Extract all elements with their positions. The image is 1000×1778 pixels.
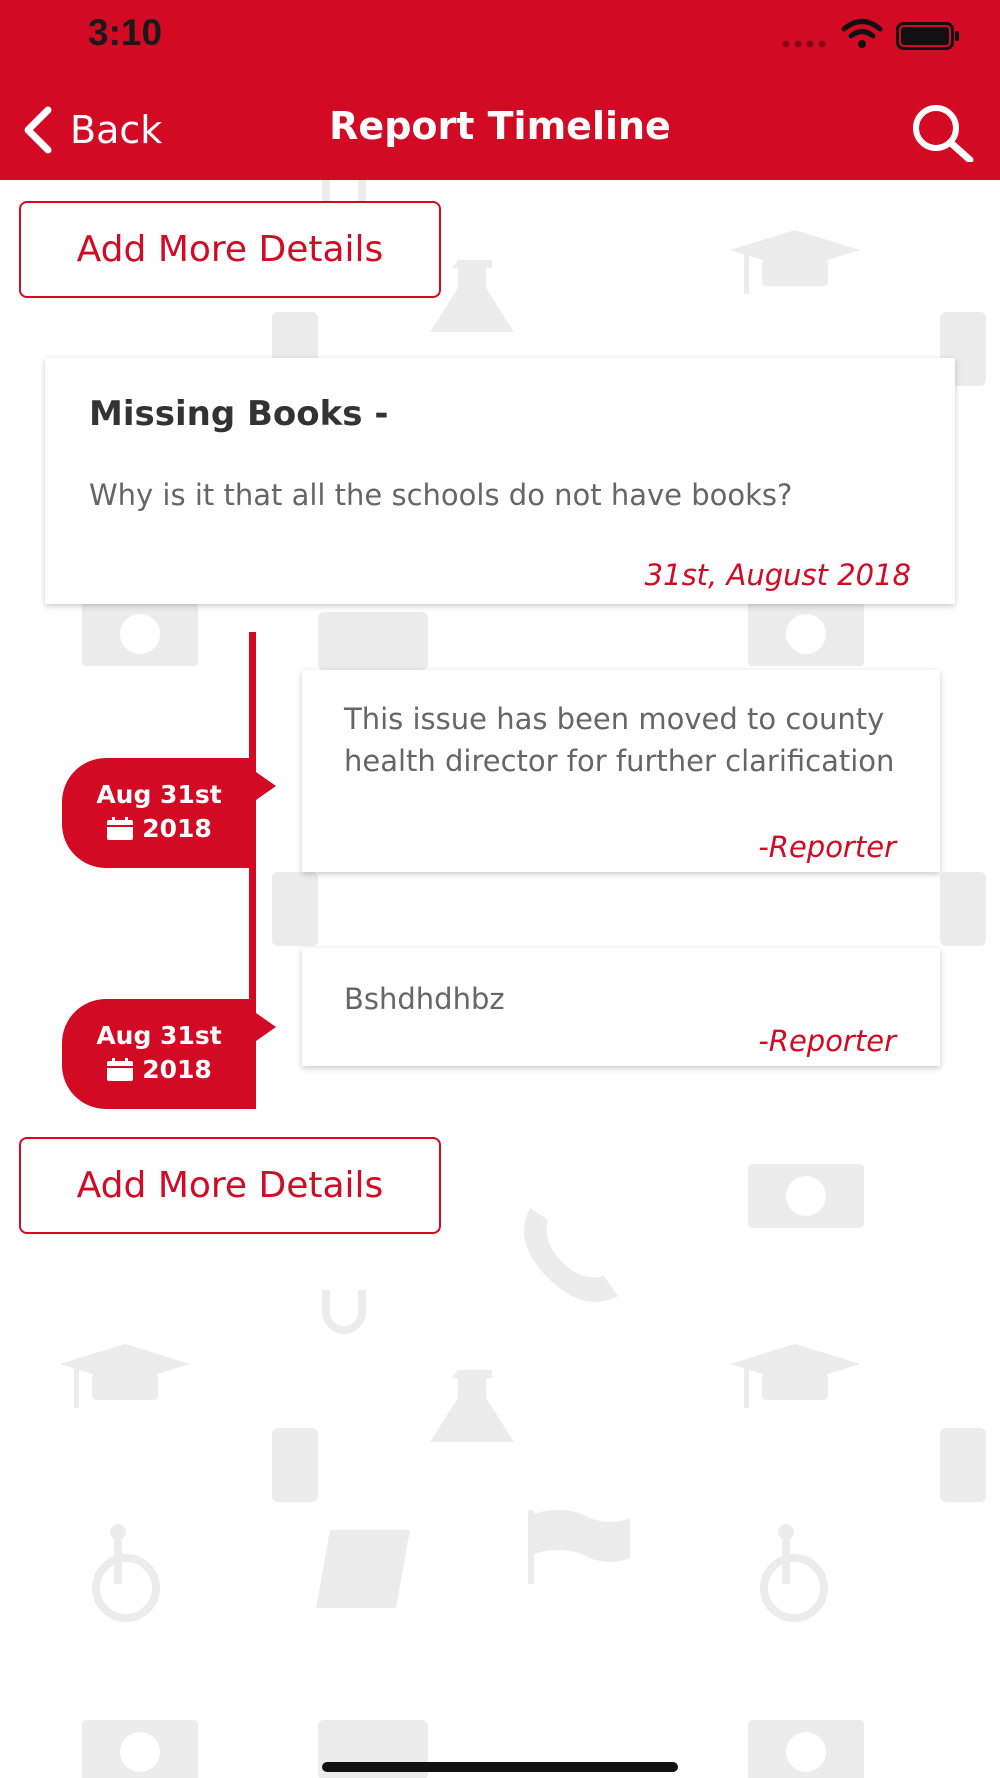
add-more-details-button[interactable]: Add More Details xyxy=(19,1137,441,1234)
calendar-icon xyxy=(107,1057,134,1081)
calendar-icon xyxy=(107,816,134,840)
report-card: Missing Books - Why is it that all the s… xyxy=(45,358,955,604)
add-more-details-button[interactable]: Add More Details xyxy=(19,201,441,298)
wifi-icon xyxy=(841,19,883,48)
date-tag-day: Aug 31st xyxy=(96,1021,222,1050)
timeline-entry-card: Bshdhdhbz -Reporter xyxy=(302,948,940,1066)
date-tag-year-row: 2018 xyxy=(62,812,256,845)
back-button[interactable]: Back xyxy=(20,102,162,158)
navigation-bar: 3:10 Back Report Timeline xyxy=(0,0,1000,180)
timeline-date-tag: Aug 31st 2018 xyxy=(62,999,276,1109)
report-title: Missing Books - xyxy=(89,394,389,434)
page-title: Report Timeline xyxy=(329,104,671,148)
report-question: Why is it that all the schools do not ha… xyxy=(89,478,793,512)
date-tag-pointer xyxy=(256,1013,276,1041)
home-indicator[interactable] xyxy=(322,1762,678,1772)
date-tag-year-row: 2018 xyxy=(62,1053,256,1086)
timeline-entry-text: This issue has been moved to county heal… xyxy=(344,702,895,778)
date-tag-day: Aug 31st xyxy=(96,780,222,809)
timeline-entry-author: -Reporter xyxy=(758,830,896,864)
main-content: Add More Details Missing Books - Why is … xyxy=(0,0,1000,1778)
timeline-date-tag: Aug 31st 2018 xyxy=(62,758,276,868)
search-icon[interactable] xyxy=(910,102,976,162)
report-date: 31st, August 2018 xyxy=(644,558,911,592)
status-time: 3:10 xyxy=(88,12,163,53)
timeline-entry-author: -Reporter xyxy=(758,1024,896,1058)
cellular-signal-icon xyxy=(782,40,826,48)
timeline-entry-text: Bshdhdhbz xyxy=(344,982,505,1016)
date-tag-pointer xyxy=(256,772,276,800)
date-tag-year: 2018 xyxy=(142,1055,212,1084)
date-tag-year: 2018 xyxy=(142,814,212,843)
timeline-entry-card: This issue has been moved to county heal… xyxy=(302,670,940,872)
battery-icon xyxy=(896,22,959,50)
chevron-left-icon xyxy=(24,106,52,154)
back-label: Back xyxy=(70,108,163,152)
